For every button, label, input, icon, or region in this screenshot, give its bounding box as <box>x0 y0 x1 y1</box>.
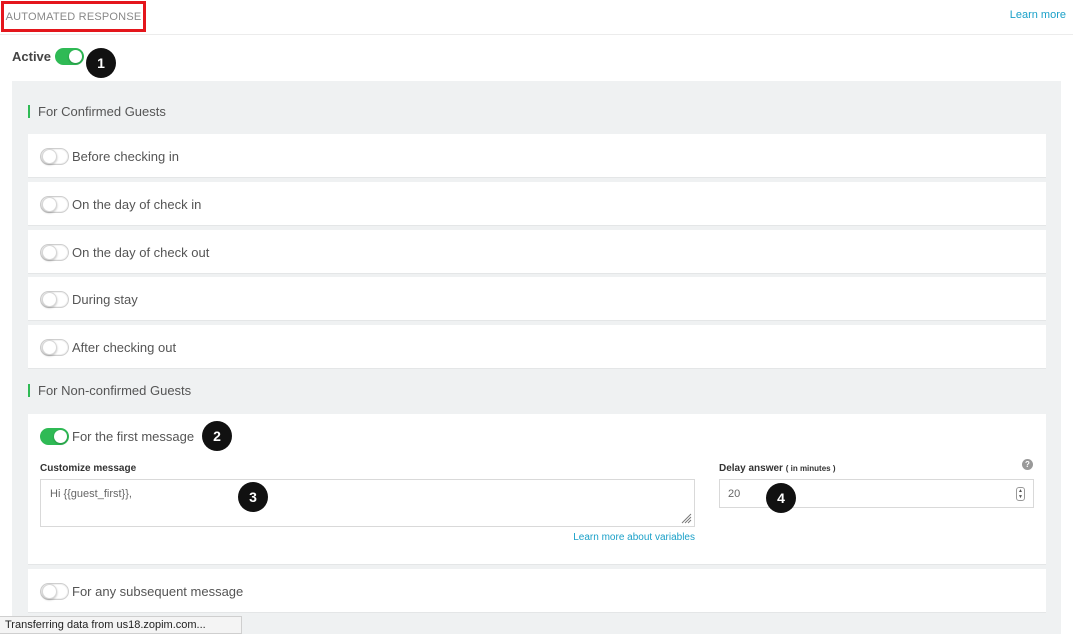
label-subsequent-message: For any subsequent message <box>72 584 244 599</box>
toggle-during-stay[interactable] <box>40 291 69 308</box>
help-icon[interactable]: ? <box>1022 459 1033 470</box>
page-header: AUTOMATED RESPONSE Learn more <box>0 0 1073 35</box>
step-badge-3: 3 <box>238 482 268 512</box>
label-check-in-day: On the day of check in <box>72 197 202 212</box>
section-label-non-confirmed: For Non-confirmed Guests <box>28 384 191 397</box>
delay-value: 20 <box>728 488 741 500</box>
card-check-out-day: On the day of check out <box>28 230 1046 274</box>
number-spinner-icon[interactable]: ▲ ▼ <box>1016 487 1025 501</box>
delay-answer-text: Delay answer <box>719 463 783 474</box>
message-text: Hi {{guest_first}}, <box>50 488 132 500</box>
label-before-checking-in: Before checking in <box>72 149 179 164</box>
card-subsequent-message: For any subsequent message <box>28 569 1046 613</box>
toggle-after-checking-out[interactable] <box>40 339 69 356</box>
card-before-checking-in: Before checking in <box>28 134 1046 178</box>
browser-status-bar: Transferring data from us18.zopim.com... <box>0 616 242 634</box>
active-label: Active <box>12 49 52 64</box>
customize-message-textarea[interactable]: Hi {{guest_first}}, <box>40 479 695 527</box>
card-check-in-day: On the day of check in <box>28 182 1046 226</box>
toggle-subsequent-message[interactable] <box>40 583 69 600</box>
page-title-text: AUTOMATED RESPONSE <box>5 10 142 23</box>
label-first-message: For the first message <box>72 429 195 444</box>
active-toggle[interactable] <box>55 48 85 65</box>
card-first-message: For the first message 2 Customize messag… <box>28 414 1046 565</box>
toggle-check-in-day[interactable] <box>40 196 69 213</box>
toggle-first-message[interactable] <box>40 428 69 445</box>
customize-message-label: Customize message <box>40 463 137 474</box>
learn-more-variables-link[interactable]: Learn more about variables <box>573 532 695 543</box>
delay-answer-unit: ( in minutes ) <box>785 464 836 473</box>
card-during-stay: During stay <box>28 277 1046 321</box>
toggle-check-out-day[interactable] <box>40 244 69 261</box>
learn-more-link[interactable]: Learn more <box>1010 9 1066 21</box>
card-after-checking-out: After checking out <box>28 325 1046 369</box>
label-check-out-day: On the day of check out <box>72 245 210 260</box>
delay-answer-label: Delay answer ( in minutes ) <box>719 463 836 474</box>
toggle-knob <box>69 50 83 63</box>
step-badge-2: 2 <box>202 421 232 451</box>
step-badge-1: 1 <box>86 48 116 78</box>
section-label-confirmed: For Confirmed Guests <box>28 105 166 118</box>
responses-panel: For Confirmed Guests Before checking in … <box>12 81 1061 634</box>
page-title: AUTOMATED RESPONSE <box>1 1 146 32</box>
label-during-stay: During stay <box>72 292 138 307</box>
active-row: Active <box>12 48 85 65</box>
step-badge-4: 4 <box>766 483 796 513</box>
toggle-before-checking-in[interactable] <box>40 148 69 165</box>
label-after-checking-out: After checking out <box>72 340 177 355</box>
resize-handle-icon[interactable] <box>680 512 692 524</box>
